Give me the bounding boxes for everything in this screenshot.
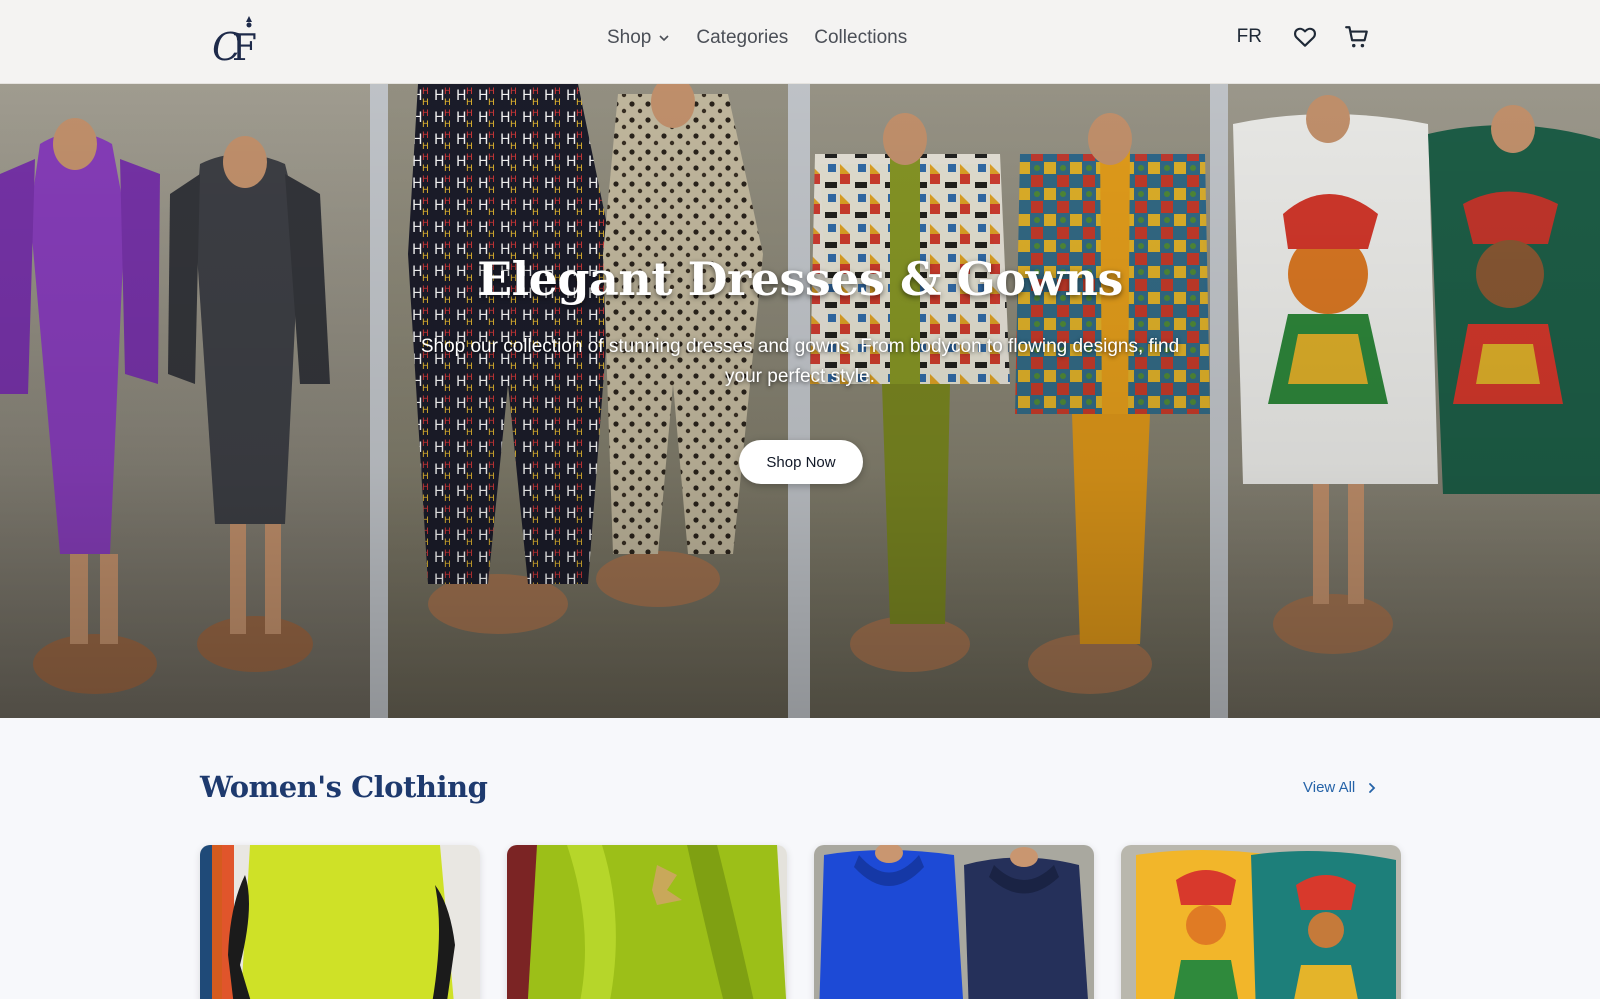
nav-categories-label: Categories <box>696 27 789 48</box>
product-card[interactable] <box>814 845 1094 999</box>
svg-text:F: F <box>232 28 257 68</box>
language-switch[interactable]: FR <box>1237 26 1262 48</box>
product-card[interactable] <box>1121 845 1401 999</box>
view-all-link[interactable]: View All <box>1303 779 1377 796</box>
hero-banner: H H H <box>0 84 1600 718</box>
shop-now-button[interactable]: Shop Now <box>739 440 863 484</box>
product-image <box>814 845 1094 999</box>
product-image <box>200 845 480 999</box>
site-header: C F Shop Categories Collections FR <box>0 0 1600 84</box>
hero-subtitle: Shop our collection of stunning dresses … <box>420 336 1180 387</box>
chevron-right-icon <box>1369 782 1376 793</box>
header-actions: FR <box>1237 24 1370 50</box>
nav-shop[interactable]: Shop <box>607 27 670 49</box>
chevron-down-icon <box>659 35 669 42</box>
cart-icon[interactable] <box>1344 24 1370 50</box>
nav-collections-label: Collections <box>814 27 908 48</box>
main-nav: Shop Categories Collections <box>607 27 933 49</box>
brand-logo[interactable]: C F <box>210 12 270 68</box>
product-card[interactable] <box>200 845 480 999</box>
nav-shop-label: Shop <box>607 27 652 48</box>
product-grid <box>200 845 1401 999</box>
hero-title: Elegant Dresses & Gowns <box>477 252 1123 306</box>
section-title: Women's Clothing <box>200 770 488 804</box>
view-all-label: View All <box>1303 779 1356 796</box>
hero-overlay <box>0 84 1600 718</box>
product-image <box>507 845 787 999</box>
nav-collections[interactable]: Collections <box>814 27 907 49</box>
product-card[interactable] <box>507 845 787 999</box>
nav-categories[interactable]: Categories <box>696 27 788 49</box>
heart-icon[interactable] <box>1292 24 1318 50</box>
product-image <box>1121 845 1401 999</box>
